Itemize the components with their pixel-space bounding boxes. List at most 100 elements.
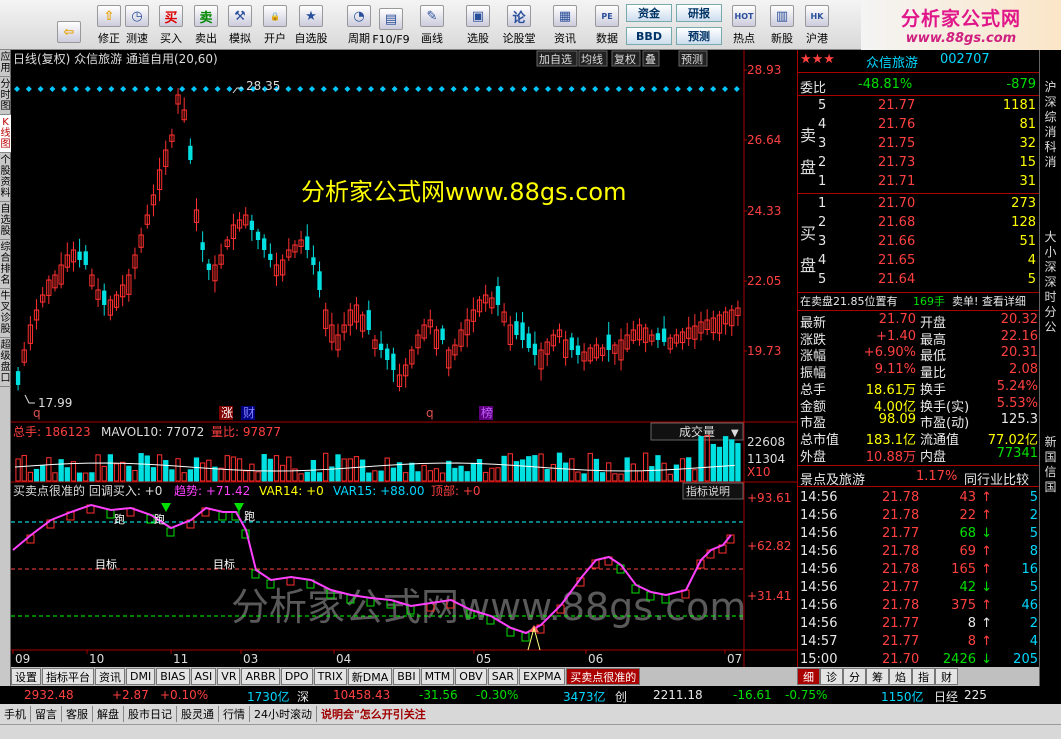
edge-item[interactable]: 综 [1040, 110, 1061, 125]
edge-item[interactable]: 国 [1040, 480, 1061, 495]
status-link-1[interactable]: 留言 [31, 706, 62, 722]
volume-bar [710, 443, 716, 482]
level-volume: 32 [1019, 136, 1036, 151]
indicator-tab-6[interactable]: VR [217, 668, 241, 685]
level-number: 2 [818, 155, 827, 170]
edge-item[interactable]: 深 [1040, 260, 1061, 275]
quote-tab-4[interactable]: 焰 [889, 668, 912, 685]
toolbar-button-8[interactable]: ◔ 周期 [342, 2, 376, 48]
edge-item[interactable]: 小 [1040, 245, 1061, 260]
edge-item[interactable]: 分 [1040, 305, 1061, 320]
indicator-tab-10[interactable]: 新DMA [347, 668, 393, 685]
left-tab-5[interactable]: 综合排名 [0, 240, 11, 289]
indicator-tab-9[interactable]: TRIX [313, 668, 347, 685]
edge-item[interactable]: 大 [1040, 230, 1061, 245]
event-marker[interactable]: 榜 [481, 405, 493, 420]
indicator-tab-11[interactable]: BBI [393, 668, 420, 685]
indicator-tab-5[interactable]: ASI [190, 668, 217, 685]
index-edge-strip: 沪深综消科消大小深深时分公新国信国 [1039, 50, 1061, 686]
toolbar-small-button-3[interactable]: 预测 [676, 27, 722, 45]
volume-bar [396, 462, 403, 482]
indicator-tab-4[interactable]: BIAS [156, 668, 190, 685]
toolbar-button-14[interactable]: PE 数据 [590, 2, 624, 48]
toolbar-button-11[interactable]: ▣ 选股 [461, 2, 495, 48]
left-tab-0[interactable]: 应用 [0, 50, 11, 77]
left-tab-6[interactable]: 牛叉诊股 [0, 289, 11, 338]
event-marker[interactable]: q [33, 406, 41, 420]
toolbar-button-2[interactable]: ◷ 测速 [120, 2, 154, 48]
tick-row: 14:56 21.77 8 ↑ 2 [798, 616, 1040, 633]
toolbar-small-button-0[interactable]: 资金 [626, 4, 672, 22]
price-axis-label: 26.64 [747, 133, 781, 147]
indicator-tab-1[interactable]: 指标平台 [42, 668, 94, 685]
quote-tab-5[interactable]: 指 [912, 668, 935, 685]
toolbar-button-label: 画线 [421, 32, 443, 45]
toolbar-button-6[interactable]: 🔒 开户 [258, 2, 292, 48]
quote-tab-6[interactable]: 财 [935, 668, 958, 685]
quote-tab-1[interactable]: 诊 [820, 668, 843, 685]
toolbar-button-0[interactable]: ⇦ [52, 2, 86, 48]
left-tab-7[interactable]: 超级盘口 [0, 338, 11, 387]
indicator-tab-12[interactable]: MTM [420, 668, 455, 685]
status-link-0[interactable]: 手机 [0, 706, 31, 722]
order-info-link[interactable]: 卖单! 查看详细 [952, 293, 1026, 309]
status-news-ticker[interactable]: 说明会"怎么开引关注 [317, 706, 430, 722]
status-link-5[interactable]: 股灵通 [177, 706, 219, 722]
left-tab-3[interactable]: 个股资料 [0, 153, 11, 202]
quote-tab-2[interactable]: 分 [843, 668, 866, 685]
status-link-4[interactable]: 股市日记 [124, 706, 177, 722]
quote-label: 外盘 [800, 449, 827, 465]
indicator-tab-3[interactable]: DMI [126, 668, 156, 685]
kline-chart[interactable]: 日线(复权) 众信旅游 通道自用(20,60) 加自选 均线 复权叠 预测 28.93 26… [11, 50, 797, 667]
edge-item[interactable]: 公 [1040, 320, 1061, 335]
toolbar-button-17[interactable]: HK 沪港 [800, 2, 834, 48]
toolbar-button-16[interactable]: ▥ 新股 [765, 2, 799, 48]
quote-row: 最新 21.70 开盘 20.32 [798, 312, 1040, 331]
toolbar-button-5[interactable]: ⚒ 模拟 [223, 2, 257, 48]
edge-item[interactable]: 深 [1040, 95, 1061, 110]
toolbar-button-4[interactable]: 卖卖出 [189, 2, 223, 48]
status-chg2: -31.56 [419, 688, 458, 702]
indicator-tab-0[interactable]: 设置 [11, 668, 41, 685]
candle-down [532, 343, 538, 355]
event-marker[interactable]: 涨 [221, 405, 233, 420]
status-link-2[interactable]: 客服 [62, 706, 93, 722]
toolbar-button-7[interactable]: ★ 自选股 [294, 2, 328, 48]
chart-area[interactable]: 日线(复权) 众信旅游 通道自用(20,60) 加自选 均线 复权叠 预测 28.93 26… [11, 50, 797, 667]
edge-item[interactable]: 信 [1040, 465, 1061, 480]
toolbar-button-15[interactable]: HOT 热点 [727, 2, 761, 48]
status-link-7[interactable]: 24小时滚动 [250, 706, 317, 722]
edge-item[interactable]: 时 [1040, 290, 1061, 305]
quote-tab-3[interactable]: 筹 [866, 668, 889, 685]
arrow-up-icon: ↑ [981, 490, 992, 505]
edge-item[interactable]: 消 [1040, 125, 1061, 140]
left-tab-4[interactable]: 自选股 [0, 202, 11, 240]
indicator-tab-2[interactable]: 资讯 [95, 668, 125, 685]
edge-item[interactable]: 科 [1040, 140, 1061, 155]
edge-item[interactable]: 沪 [1040, 80, 1061, 95]
edge-item[interactable]: 新 [1040, 435, 1061, 450]
indicator-tab-8[interactable]: DPO [280, 668, 313, 685]
edge-item[interactable]: 深 [1040, 275, 1061, 290]
event-marker[interactable]: q [426, 406, 434, 420]
left-tab-2[interactable]: K线图 [0, 115, 11, 153]
toolbar-small-button-2[interactable]: 研报 [676, 4, 722, 22]
left-tab-1[interactable]: 分时图 [0, 77, 11, 115]
toolbar-small-button-1[interactable]: BBD [626, 27, 672, 45]
status-link-6[interactable]: 行情 [219, 706, 250, 722]
event-marker[interactable]: 财 [243, 406, 255, 420]
indicator-tab-13[interactable]: OBV [455, 668, 487, 685]
quote-tab-0[interactable]: 细 [797, 668, 820, 685]
indicator-tab-14[interactable]: SAR [487, 668, 519, 685]
toolbar-button-13[interactable]: ▦ 资讯 [548, 2, 582, 48]
toolbar-button-9[interactable]: ▤ F10/F9 [372, 2, 410, 48]
toolbar-button-12[interactable]: 论论股堂 [502, 2, 536, 48]
indicator-tab-16[interactable]: 买卖点很准的 [566, 668, 641, 685]
status-link-3[interactable]: 解盘 [93, 706, 124, 722]
indicator-tab-15[interactable]: EXPMA [519, 668, 566, 685]
edge-item[interactable]: 消 [1040, 155, 1061, 170]
indicator-tab-7[interactable]: ARBR [241, 668, 280, 685]
toolbar-button-10[interactable]: ✎ 画线 [415, 2, 449, 48]
edge-item[interactable]: 国 [1040, 450, 1061, 465]
toolbar-button-3[interactable]: 买买入 [154, 2, 188, 48]
